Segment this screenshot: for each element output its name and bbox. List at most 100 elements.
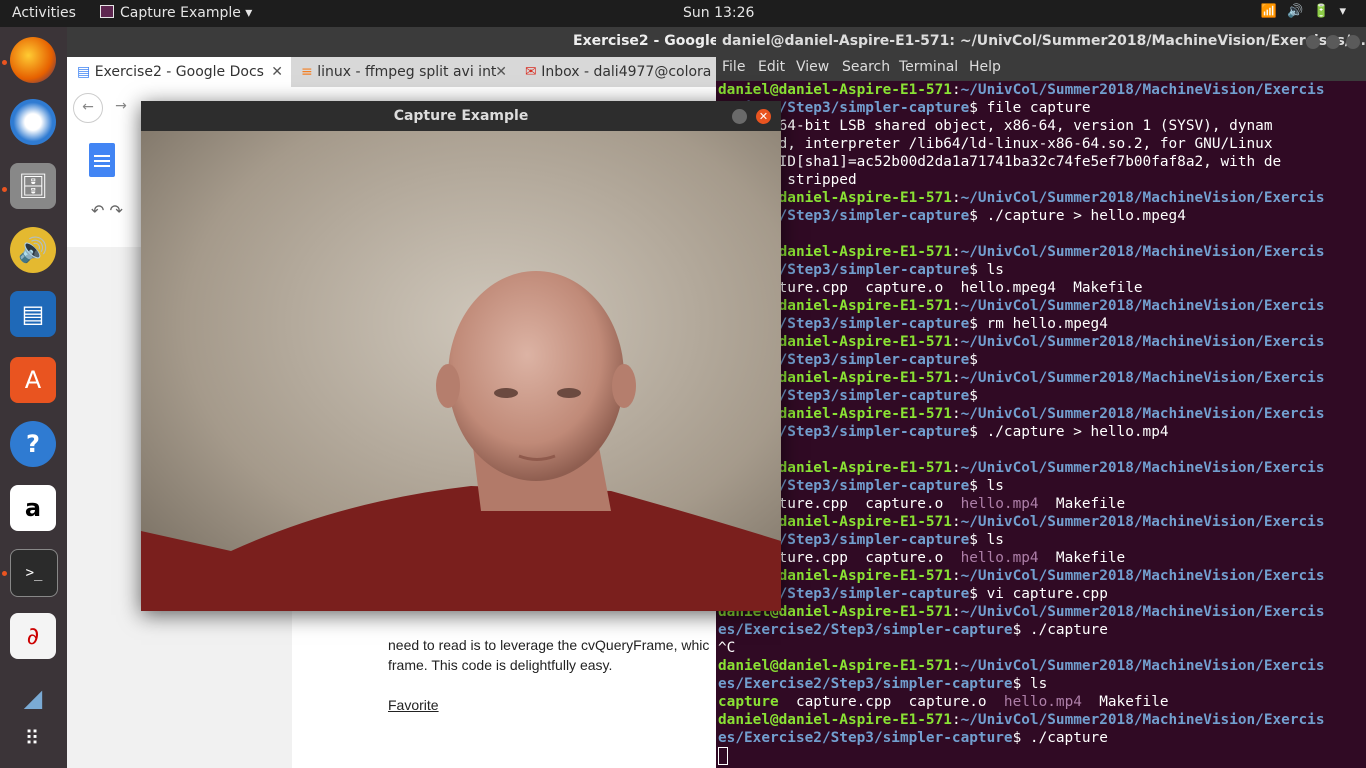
menu-terminal[interactable]: Terminal bbox=[899, 59, 958, 75]
close-icon[interactable]: ✕ bbox=[756, 109, 771, 124]
terminal-window[interactable]: daniel@daniel-Aspire-E1-571: ~/UnivCol/S… bbox=[716, 27, 1366, 768]
terminal-line: ercise2/Step3/simpler-capture$ ./capture… bbox=[718, 208, 1186, 224]
help-icon[interactable]: ? bbox=[10, 421, 56, 467]
close-tab-icon[interactable]: ✕ bbox=[495, 57, 507, 87]
terminal-line: es/Exercise2/Step3/simpler-capture$ ls bbox=[718, 676, 1048, 692]
firefox-icon[interactable] bbox=[10, 37, 56, 83]
browser-titlebar[interactable]: Exercise2 - Google D bbox=[67, 27, 736, 57]
dock: 🗄 🔊 ▤ A ? a >_ ∂ ◢ ⠿ bbox=[0, 27, 67, 768]
terminal-line: daniel@daniel-Aspire-E1-571:~/UnivCol/Su… bbox=[718, 604, 1325, 620]
menu-search[interactable]: Search bbox=[842, 59, 890, 75]
terminal-titlebar[interactable]: daniel@daniel-Aspire-E1-571: ~/UnivCol/S… bbox=[716, 27, 1366, 57]
writer-icon[interactable]: ▤ bbox=[10, 291, 56, 337]
software-icon[interactable]: A bbox=[10, 357, 56, 403]
terminal-line: ercise2/Step3/simpler-capture$ file capt… bbox=[718, 100, 1091, 116]
files-icon[interactable]: 🗄 bbox=[10, 163, 56, 209]
terminal-output[interactable]: daniel@daniel-Aspire-E1-571:~/UnivCol/Su… bbox=[718, 81, 1364, 767]
terminal-line: es/Exercise2/Step3/simpler-capture$ ./ca… bbox=[718, 622, 1108, 638]
tab-label: Exercise2 - Google Docs bbox=[94, 64, 264, 80]
terminal-line: ercise2/Step3/simpler-capture$ ls bbox=[718, 478, 1004, 494]
terminal-line: daniel@daniel-Aspire-E1-571:~/UnivCol/Su… bbox=[718, 82, 1325, 98]
terminal-icon[interactable]: >_ bbox=[10, 549, 58, 597]
terminal-line: daniel@daniel-Aspire-E1-571:~/UnivCol/Su… bbox=[718, 406, 1325, 422]
evince-icon[interactable]: ∂ bbox=[10, 613, 56, 659]
terminal-title: daniel@daniel-Aspire-E1-571: ~/UnivCol/S… bbox=[722, 33, 1366, 49]
terminal-line: ercise2/Step3/simpler-capture$ ls bbox=[718, 262, 1004, 278]
terminal-line: re capture.cpp capture.o hello.mpeg4 Mak… bbox=[718, 280, 1143, 296]
tab-label: Inbox - dali4977@colora bbox=[541, 64, 712, 80]
forward-arrow-icon[interactable]: → bbox=[107, 93, 135, 121]
window-icon bbox=[100, 5, 114, 18]
undo-icon[interactable]: ↶ ↷ bbox=[91, 201, 123, 220]
terminal-line: es/Exercise2/Step3/simpler-capture$ ./ca… bbox=[718, 730, 1108, 746]
clock[interactable]: Sun 13:26 bbox=[683, 5, 754, 21]
back-arrow-icon[interactable]: ← bbox=[73, 93, 103, 123]
close-icon[interactable] bbox=[1346, 35, 1360, 49]
running-indicator bbox=[2, 187, 7, 192]
running-indicator bbox=[2, 60, 7, 65]
terminal-line: y linked, interpreter /lib64/ld-linux-x8… bbox=[718, 136, 1273, 152]
minimize-icon[interactable] bbox=[1306, 35, 1320, 49]
terminal-line: daniel@daniel-Aspire-E1-571:~/UnivCol/Su… bbox=[718, 298, 1325, 314]
system-status-icons[interactable]: 📶🔊🔋▾ bbox=[1261, 4, 1356, 19]
terminal-line: ^C bbox=[718, 640, 736, 656]
activities-button[interactable]: Activities bbox=[12, 5, 76, 21]
gmail-favicon-icon: ✉ bbox=[525, 64, 537, 80]
doc-link-favorite[interactable]: Favorite bbox=[388, 697, 439, 713]
terminal-line: e: ELF 64-bit LSB shared object, x86-64,… bbox=[718, 118, 1273, 134]
rhythmbox-icon[interactable]: 🔊 bbox=[10, 227, 56, 273]
menu-view[interactable]: View bbox=[796, 59, 829, 75]
stackoverflow-favicon-icon: ≡ bbox=[301, 64, 313, 80]
menu-file[interactable]: File bbox=[722, 59, 745, 75]
maximize-icon[interactable] bbox=[1326, 35, 1340, 49]
minimize-icon[interactable] bbox=[732, 109, 747, 124]
terminal-line: ercise2/Step3/simpler-capture$ ls bbox=[718, 532, 1004, 548]
doc-paragraph-line: frame. This code is delightfully easy. bbox=[388, 657, 613, 673]
terminal-cursor bbox=[718, 747, 728, 765]
webcam-image bbox=[141, 131, 781, 611]
menu-edit[interactable]: Edit bbox=[758, 59, 785, 75]
tab-inbox[interactable]: ✉ Inbox - dali4977@colora bbox=[515, 57, 716, 87]
terminal-line: daniel@daniel-Aspire-E1-571:~/UnivCol/Su… bbox=[718, 514, 1325, 530]
capture-titlebar[interactable]: Capture Example ✕ bbox=[141, 101, 781, 131]
terminal-line: ercise2/Step3/simpler-capture$ vi captur… bbox=[718, 586, 1108, 602]
terminal-line: re capture.cpp capture.o hello.mp4 Makef… bbox=[718, 550, 1126, 566]
tab-label: linux - ffmpeg split avi int bbox=[317, 64, 497, 80]
terminal-line: fo, not stripped bbox=[718, 172, 857, 188]
terminal-line: ercise2/Step3/simpler-capture$ rm hello.… bbox=[718, 316, 1108, 332]
terminal-menubar: File Edit View Search Terminal Help bbox=[716, 57, 1366, 81]
docs-favicon-icon: ▤ bbox=[77, 64, 91, 80]
doc-paragraph-line: need to read is to leverage the cvQueryF… bbox=[388, 637, 710, 653]
google-docs-icon[interactable] bbox=[89, 143, 115, 177]
terminal-line: re capture.cpp capture.o hello.mp4 Makef… bbox=[718, 496, 1126, 512]
menu-help[interactable]: Help bbox=[969, 59, 1001, 75]
apps-grid-icon[interactable]: ⠿ bbox=[10, 715, 56, 761]
tab-stackoverflow[interactable]: ≡ linux - ffmpeg split avi int ✕ bbox=[291, 57, 515, 87]
terminal-line: daniel@daniel-Aspire-E1-571:~/UnivCol/Su… bbox=[718, 658, 1325, 674]
browser-title: Exercise2 - Google D bbox=[573, 33, 736, 49]
terminal-line: capture capture.cpp capture.o hello.mp4 … bbox=[718, 694, 1169, 710]
terminal-line: daniel@daniel-Aspire-E1-571:~/UnivCol/Su… bbox=[718, 370, 1325, 386]
terminal-line: , BuildID[sha1]=ac52b00d2da1a71741ba32c7… bbox=[718, 154, 1282, 170]
terminal-line: daniel@daniel-Aspire-E1-571:~/UnivCol/Su… bbox=[718, 568, 1325, 584]
running-indicator bbox=[2, 571, 7, 576]
terminal-line: daniel@daniel-Aspire-E1-571:~/UnivCol/Su… bbox=[718, 190, 1325, 206]
terminal-line: ercise2/Step3/simpler-capture$ bbox=[718, 352, 978, 368]
tab-strip: ▤ Exercise2 - Google Docs ✕ ≡ linux - ffm… bbox=[67, 57, 716, 87]
terminal-line: ercise2/Step3/simpler-capture$ ./capture… bbox=[718, 424, 1169, 440]
amazon-icon[interactable]: a bbox=[10, 485, 56, 531]
app-menu-label: Capture Example bbox=[120, 5, 241, 21]
app-menu[interactable]: Capture Example ▾ bbox=[100, 5, 252, 21]
capture-window[interactable]: Capture Example ✕ bbox=[141, 101, 781, 611]
terminal-line: ercise2/Step3/simpler-capture$ bbox=[718, 388, 978, 404]
top-bar: Activities Capture Example ▾ Sun 13:26 📶… bbox=[0, 0, 1366, 27]
thunderbird-icon[interactable] bbox=[10, 99, 56, 145]
tab-google-docs[interactable]: ▤ Exercise2 - Google Docs ✕ bbox=[67, 57, 291, 87]
terminal-line: daniel@daniel-Aspire-E1-571:~/UnivCol/Su… bbox=[718, 334, 1325, 350]
webcam-frame bbox=[141, 131, 781, 611]
terminal-line: daniel@daniel-Aspire-E1-571:~/UnivCol/Su… bbox=[718, 712, 1325, 728]
close-tab-icon[interactable]: ✕ bbox=[271, 57, 283, 87]
terminal-line: daniel@daniel-Aspire-E1-571:~/UnivCol/Su… bbox=[718, 460, 1325, 476]
